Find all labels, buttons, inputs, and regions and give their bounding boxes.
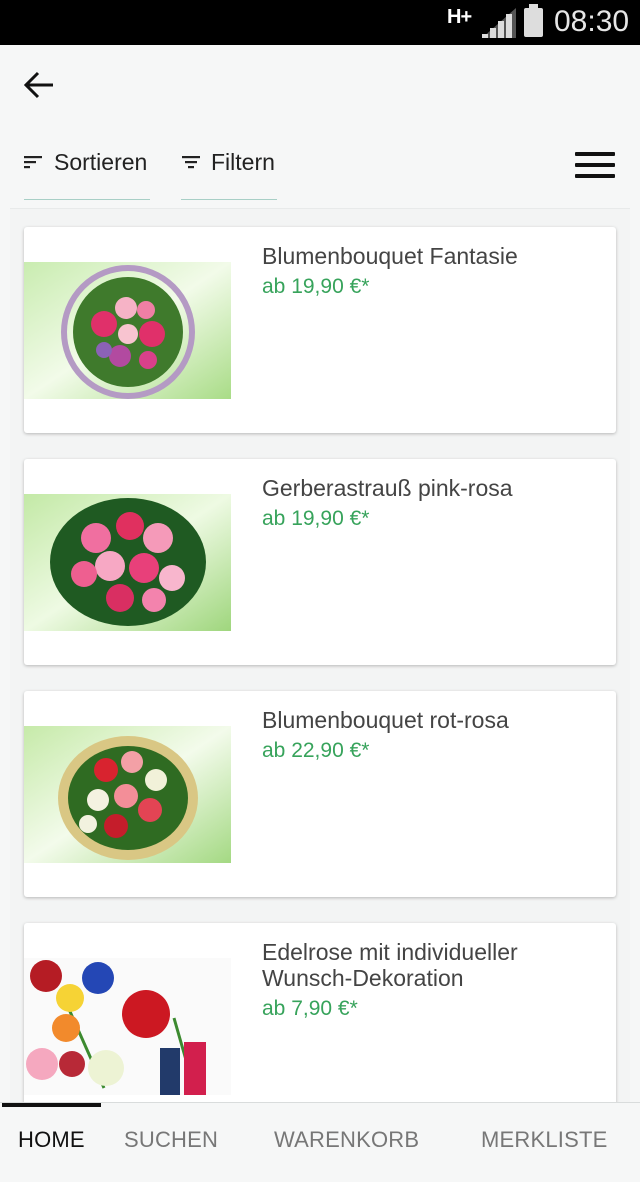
nav-cart[interactable]: WARENKORB <box>274 1127 419 1153</box>
battery-icon <box>524 4 543 37</box>
sort-filter-bar: Sortieren Filtern <box>0 125 640 205</box>
product-price: ab 22,90 €* <box>262 739 370 762</box>
product-card[interactable]: Edelrose mit individueller Wunsch-Dekora… <box>24 923 616 1103</box>
product-title: Edelrose mit individueller Wunsch-Dekora… <box>262 939 518 991</box>
clock: 08:30 <box>554 5 630 38</box>
sort-label: Sortieren <box>54 148 148 175</box>
active-tab-indicator <box>2 1103 101 1107</box>
product-image <box>24 958 231 1095</box>
product-title: Blumenbouquet Fantasie <box>262 243 518 269</box>
product-list[interactable]: Blumenbouquet Fantasie ab 19,90 €* Gerbe… <box>10 208 630 1103</box>
app-bar <box>0 45 640 125</box>
product-image <box>24 726 231 863</box>
product-card[interactable]: Blumenbouquet rot-rosa ab 22,90 €* <box>24 691 616 897</box>
product-title: Blumenbouquet rot-rosa <box>262 707 509 733</box>
sort-button[interactable]: Sortieren <box>24 125 150 200</box>
bottom-navigation: HOME SUCHEN WARENKORB MERKLISTE <box>0 1102 640 1182</box>
network-type: H+ <box>447 6 472 28</box>
product-card[interactable]: Blumenbouquet Fantasie ab 19,90 €* <box>24 227 616 433</box>
product-image <box>24 262 231 399</box>
product-price: ab 7,90 €* <box>262 997 358 1020</box>
filter-icon <box>182 156 200 169</box>
filter-label: Filtern <box>211 148 275 175</box>
sort-icon <box>24 156 42 169</box>
nav-home[interactable]: HOME <box>18 1127 85 1153</box>
product-price: ab 19,90 €* <box>262 275 370 298</box>
product-image <box>24 494 231 631</box>
product-title: Gerberastrauß pink-rosa <box>262 475 513 501</box>
signal-icon <box>482 8 516 38</box>
menu-icon[interactable] <box>575 152 615 182</box>
product-price: ab 19,90 €* <box>262 507 370 530</box>
product-card[interactable]: Gerberastrauß pink-rosa ab 19,90 €* <box>24 459 616 665</box>
back-arrow-icon[interactable] <box>20 65 60 105</box>
nav-wishlist[interactable]: MERKLISTE <box>481 1127 608 1153</box>
nav-search[interactable]: SUCHEN <box>124 1127 218 1153</box>
filter-button[interactable]: Filtern <box>181 125 277 200</box>
status-bar: H+ 08:30 <box>0 0 640 45</box>
